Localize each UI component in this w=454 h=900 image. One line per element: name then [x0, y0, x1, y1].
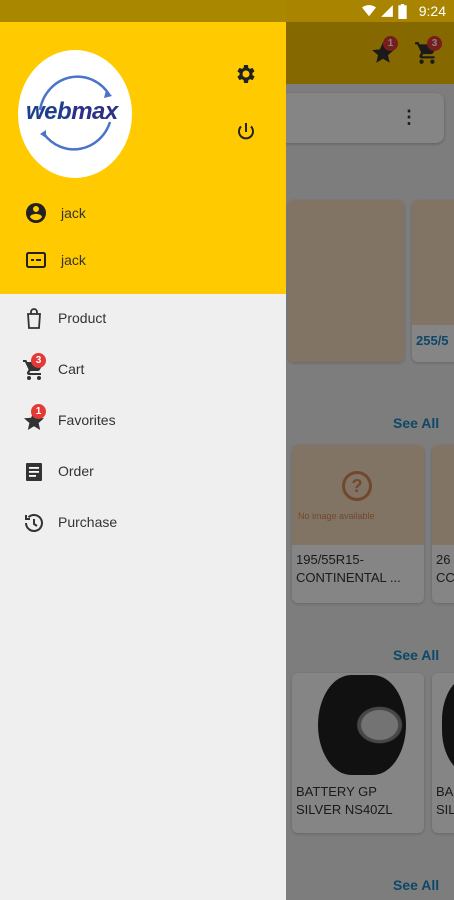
menu-item-product[interactable]: Product	[0, 297, 286, 341]
shopping-bag-icon	[27, 308, 41, 329]
menu-item-label: Purchase	[58, 514, 118, 530]
favorites-badge: 1	[31, 404, 46, 419]
logo-text-max: max	[71, 98, 118, 125]
cart-badge: 3	[31, 353, 46, 368]
battery-icon	[398, 4, 407, 19]
navigation-drawer: webmax jack jack Product 3 Cart 1 Favori…	[0, 0, 286, 900]
menu-item-cart[interactable]: 3 Cart	[0, 348, 286, 392]
menu-item-favorites[interactable]: 1 Favorites	[0, 399, 286, 443]
logo-text-web: web	[26, 98, 72, 125]
menu-item-label: Cart	[58, 361, 85, 377]
power-icon	[238, 123, 254, 140]
history-icon	[25, 514, 43, 532]
gear-icon	[237, 65, 255, 83]
signal-icon	[381, 5, 393, 17]
menu-item-purchase[interactable]: Purchase	[0, 501, 286, 545]
logout-button[interactable]	[234, 120, 258, 144]
wifi-icon	[362, 5, 376, 17]
user-name: jack	[61, 205, 86, 221]
menu-item-label: Favorites	[58, 412, 116, 428]
account-circle-icon	[26, 203, 46, 223]
status-time: 9:24	[418, 3, 446, 19]
drawer-header: webmax jack jack	[0, 0, 286, 294]
drawer-status-strip	[0, 0, 286, 22]
webmax-logo: webmax	[18, 50, 132, 178]
menu-item-label: Order	[58, 463, 94, 479]
order-list-icon	[26, 463, 42, 481]
user-id: jack	[61, 252, 86, 268]
logo-text: webmax	[26, 98, 118, 126]
menu-item-order[interactable]: Order	[0, 450, 286, 494]
settings-button[interactable]	[234, 62, 258, 86]
menu-item-label: Product	[58, 310, 107, 326]
card-id-icon	[26, 252, 46, 268]
